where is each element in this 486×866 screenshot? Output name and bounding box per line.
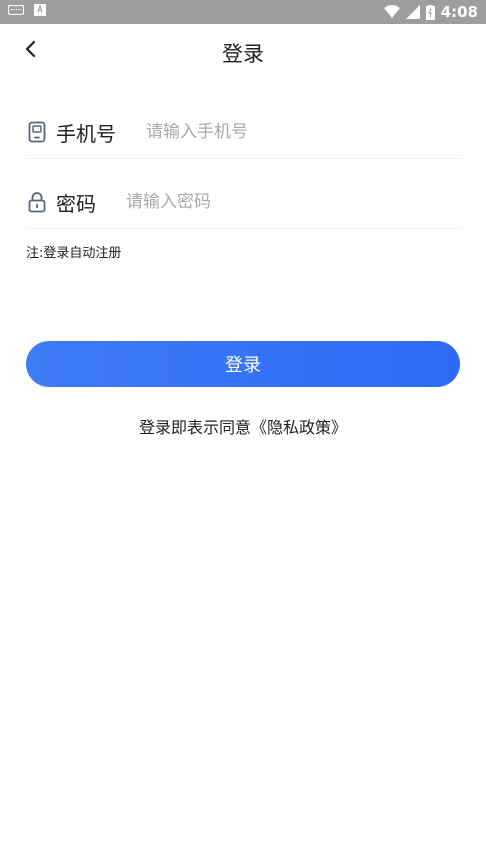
phone-input[interactable] [146, 116, 446, 148]
lock-icon [26, 190, 48, 214]
battery-icon [425, 4, 435, 20]
login-button[interactable]: 登录 [26, 341, 460, 387]
status-time: 4:08 [440, 3, 478, 21]
status-bar-left: A [8, 4, 46, 16]
nav-bar: 登录 [0, 24, 486, 78]
wifi-icon [383, 5, 400, 18]
password-label: 密码 [56, 192, 96, 216]
a-badge-icon: A [34, 4, 46, 16]
password-input[interactable] [126, 186, 446, 218]
status-bar-right: 4:08 [383, 2, 478, 22]
keyboard-icon [8, 5, 24, 15]
agreement-text: 登录即表示同意《隐私政策》 [0, 414, 486, 438]
register-note: 注:登录自动注册 [26, 246, 122, 261]
status-bar: A 4:08 [0, 0, 486, 24]
page-title: 登录 [222, 42, 264, 66]
phone-label: 手机号 [56, 122, 116, 146]
agreement-prefix: 登录即表示同意 [138, 418, 251, 437]
signal-icon [405, 5, 420, 19]
privacy-policy-link[interactable]: 《隐私政策》 [251, 418, 347, 437]
password-field-row: 密码 [26, 178, 462, 229]
phone-icon [26, 120, 48, 144]
phone-field-row: 手机号 [26, 108, 462, 159]
